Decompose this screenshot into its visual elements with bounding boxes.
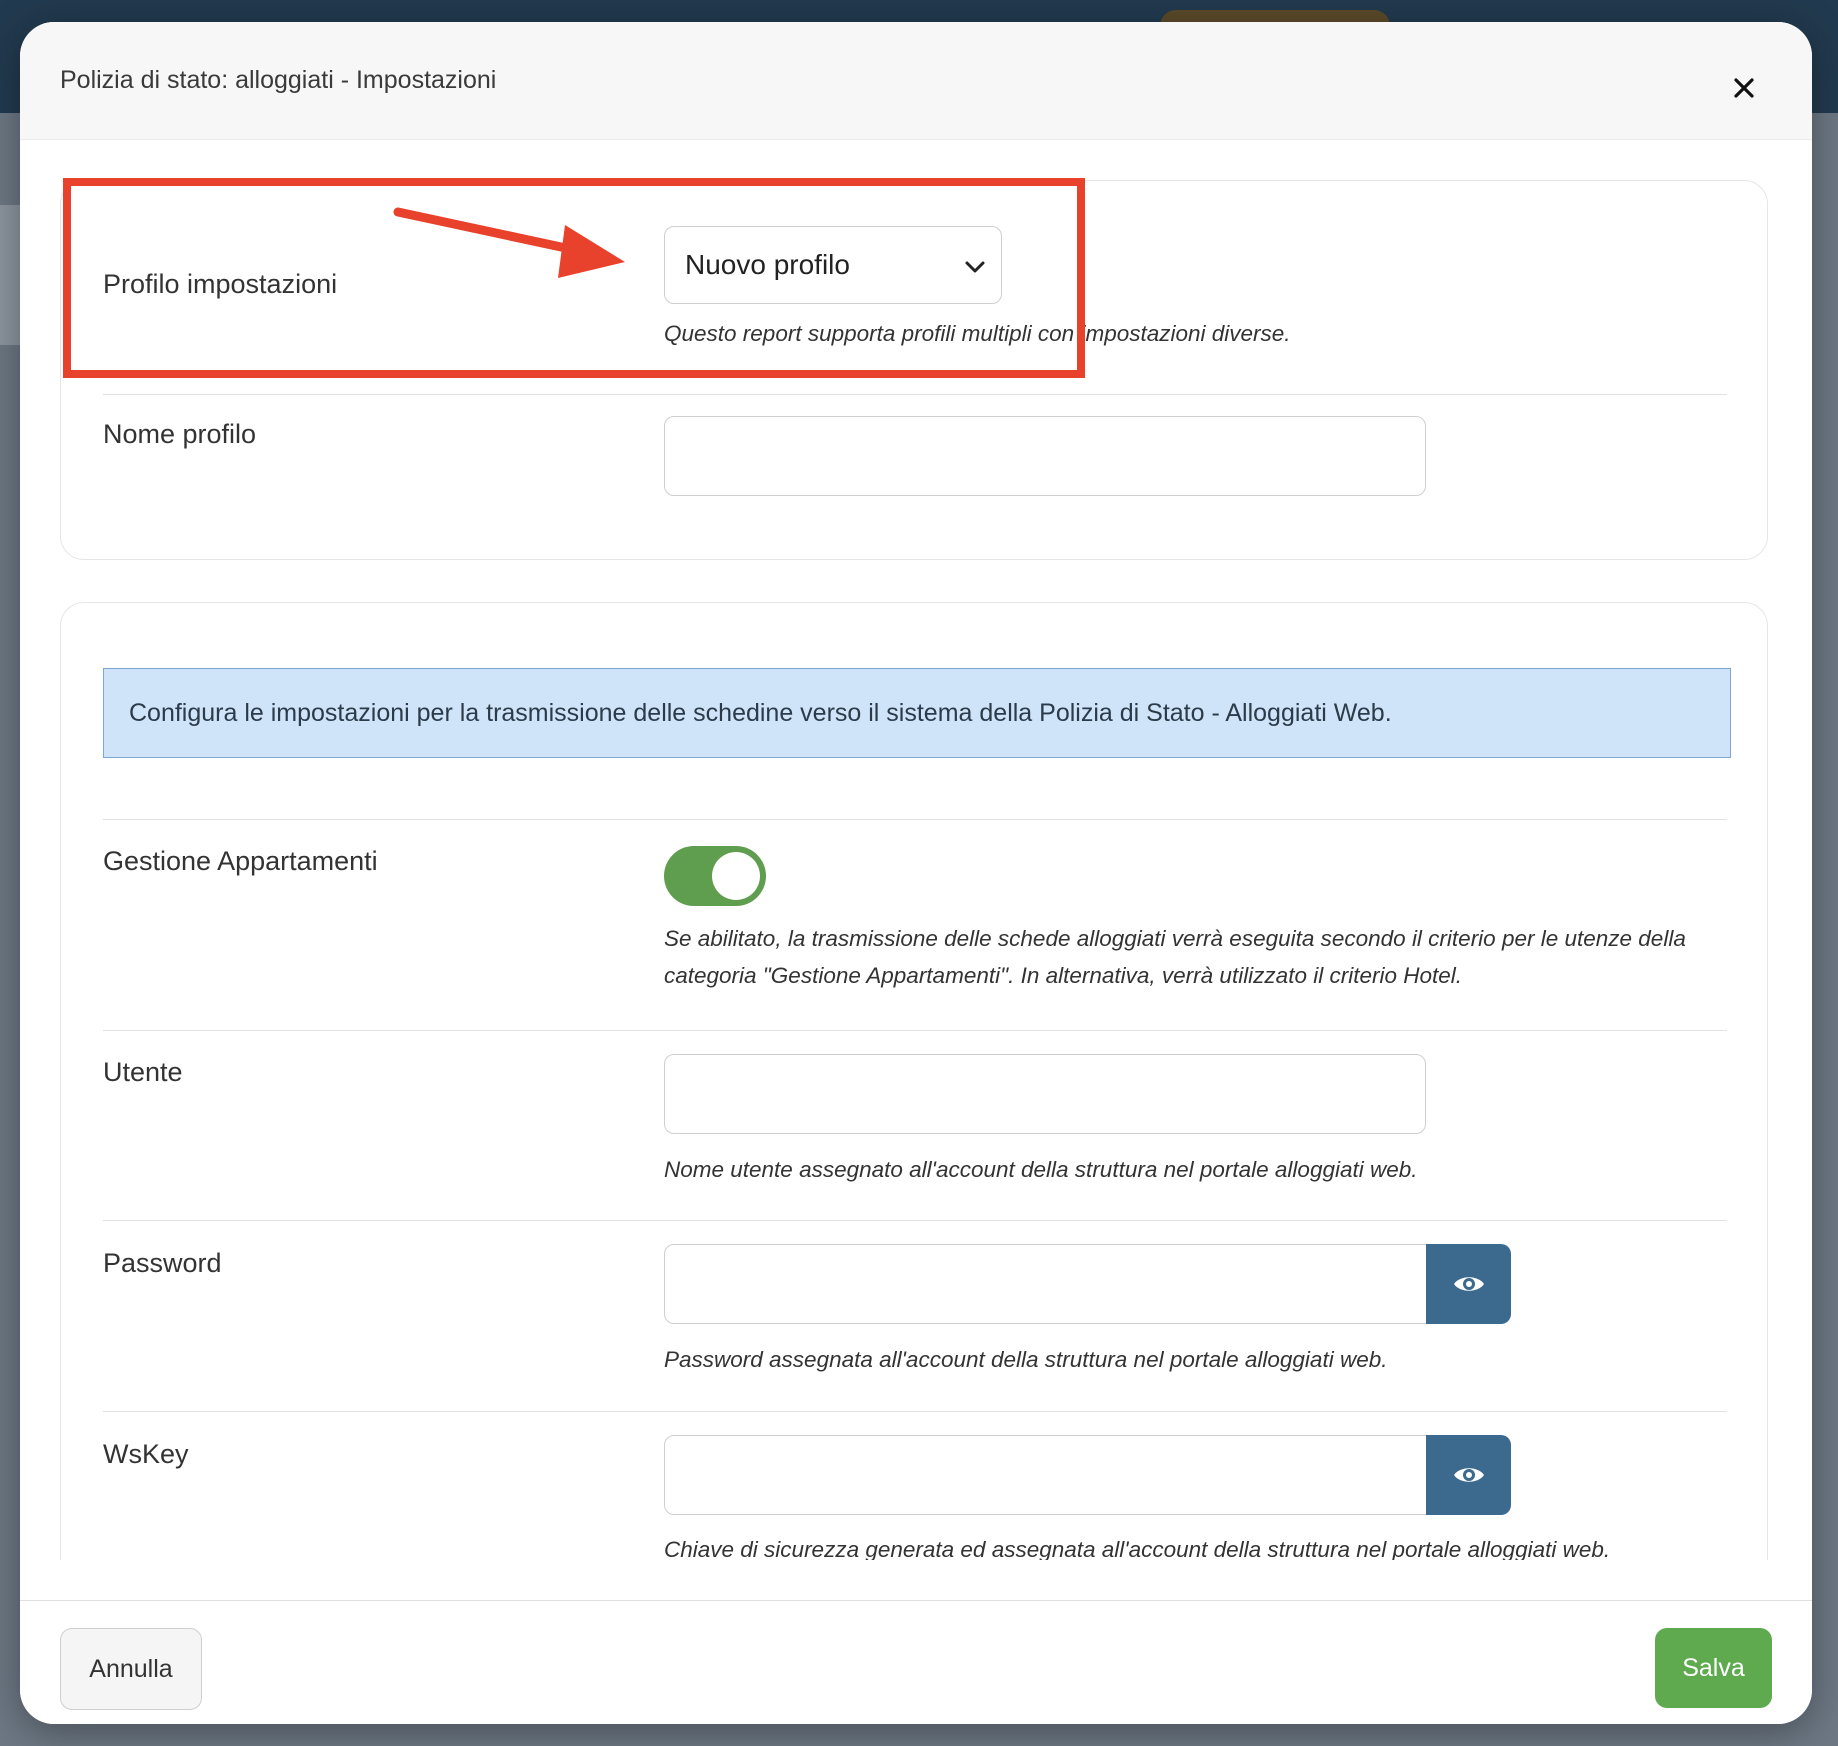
close-button[interactable]	[1724, 68, 1764, 108]
close-icon	[1734, 78, 1754, 98]
toggle-knob	[712, 852, 760, 900]
profile-name-input[interactable]	[664, 416, 1426, 496]
cancel-button[interactable]: Annulla	[60, 1628, 202, 1710]
settings-card: Configura le impostazioni per la trasmis…	[60, 602, 1768, 1560]
divider	[103, 1030, 1727, 1031]
user-help-text: Nome utente assegnato all'account della …	[664, 1157, 1418, 1182]
arrow-icon	[393, 207, 625, 278]
modal-title: Polizia di stato: alloggiati - Impostazi…	[60, 66, 497, 94]
wskey-input[interactable]	[664, 1435, 1427, 1515]
password-input[interactable]	[664, 1244, 1427, 1324]
password-label: Password	[103, 1248, 222, 1278]
divider	[103, 819, 1727, 820]
info-alert-text: Configura le impostazioni per la trasmis…	[129, 698, 1392, 727]
profile-name-label: Nome profilo	[103, 419, 257, 449]
apartments-toggle[interactable]	[664, 846, 766, 906]
user-label: Utente	[103, 1057, 183, 1087]
divider	[103, 1220, 1727, 1221]
password-help-text: Password assegnata all'account della str…	[664, 1347, 1388, 1372]
eye-icon	[1453, 1277, 1484, 1291]
wskey-toggle-visibility-button[interactable]	[1426, 1435, 1511, 1515]
wskey-help-text: Chiave di sicurezza generata ed assegnat…	[664, 1537, 1611, 1560]
modal-footer: Annulla Salva	[20, 1600, 1812, 1724]
wskey-label: WsKey	[103, 1439, 189, 1469]
info-alert: Configura le impostazioni per la trasmis…	[103, 668, 1731, 758]
save-button[interactable]: Salva	[1655, 1628, 1772, 1708]
background-panel	[0, 205, 20, 345]
modal-header: Polizia di stato: alloggiati - Impostazi…	[20, 22, 1812, 140]
eye-icon	[1453, 1468, 1484, 1482]
user-input[interactable]	[664, 1054, 1426, 1134]
apartments-help-text: Se abilitato, la trasmissione delle sche…	[664, 926, 1686, 988]
divider	[103, 1411, 1727, 1412]
apartments-label: Gestione Appartamenti	[103, 846, 378, 876]
divider	[103, 394, 1727, 395]
password-toggle-visibility-button[interactable]	[1426, 1244, 1511, 1324]
